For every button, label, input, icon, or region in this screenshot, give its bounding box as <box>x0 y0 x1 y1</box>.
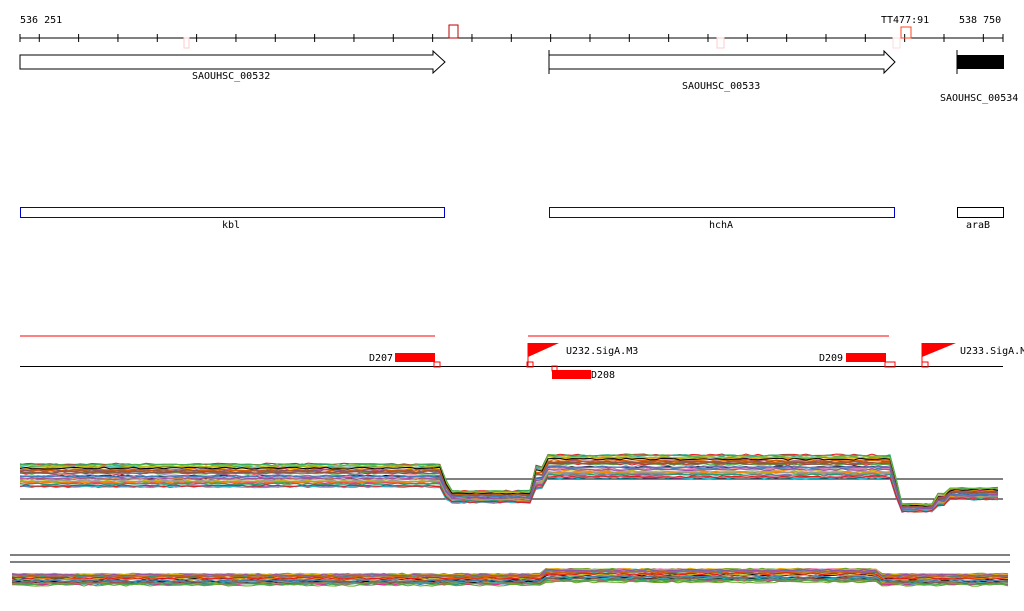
svg-text:D207: D207 <box>369 353 393 364</box>
coordinate-ruler: 536 251 538 750 TT477:91 <box>19 15 1004 49</box>
gene-name-kbl[interactable]: kbl <box>20 207 445 232</box>
site-marker <box>892 37 901 49</box>
gene-name-label: hchA <box>709 220 733 231</box>
terminator-label: TT477:91 <box>881 15 929 26</box>
gene-locus-label: SAOUHSC_00532 <box>192 71 270 82</box>
gene-name-hchA[interactable]: hchA <box>549 207 895 232</box>
gene-SAOUHSC_00534[interactable]: SAOUHSC_00534 <box>940 50 1018 104</box>
gene-SAOUHSC_00532[interactable]: SAOUHSC_00532 <box>19 49 446 82</box>
feature-D208[interactable]: D208 <box>551 365 615 381</box>
feature-track: D207 U232.SigA.M3 D208 D209 U233.SigA.M3 <box>20 335 1024 381</box>
gene-name-label: araB <box>966 220 990 231</box>
feature-U232[interactable]: U232.SigA.M3 <box>526 343 638 368</box>
feature-D207[interactable]: D207 <box>369 353 441 368</box>
expression-profile-track-2 <box>10 554 1010 587</box>
svg-text:D209: D209 <box>819 353 843 364</box>
genome-browser: 536 251 538 750 TT477:91 SAOUHSC_00532 S… <box>10 15 1024 587</box>
gene-locus-label: SAOUHSC_00534 <box>940 93 1018 104</box>
terminator-marker[interactable] <box>448 24 459 39</box>
feature-D209[interactable]: D209 <box>819 353 896 368</box>
site-marker <box>716 37 725 49</box>
svg-text:U232.SigA.M3: U232.SigA.M3 <box>566 346 638 357</box>
gene-name-araB[interactable]: araB <box>957 207 1004 232</box>
ruler-end-label: 538 750 <box>959 15 1001 26</box>
terminator-marker[interactable] <box>900 26 912 39</box>
gene-name-label: kbl <box>222 220 240 231</box>
feature-U233[interactable]: U233.SigA.M3 <box>921 343 1024 368</box>
ruler-start-label: 536 251 <box>20 15 62 26</box>
expression-profile-track <box>19 453 1003 513</box>
svg-text:U233.SigA.M3: U233.SigA.M3 <box>960 346 1024 357</box>
gene-locus-label: SAOUHSC_00533 <box>682 81 760 92</box>
gene-SAOUHSC_00533[interactable]: SAOUHSC_00533 <box>548 49 896 92</box>
svg-text:D208: D208 <box>591 370 615 381</box>
site-marker <box>183 37 190 49</box>
